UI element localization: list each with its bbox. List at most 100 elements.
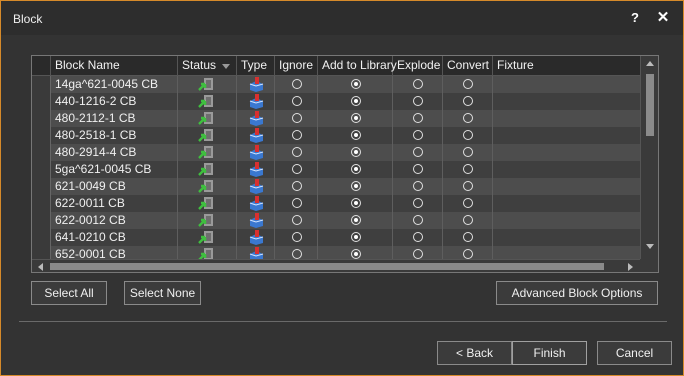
advanced-block-options-button[interactable]: Advanced Block Options <box>496 281 658 305</box>
ignore-radio[interactable] <box>292 215 302 225</box>
convert-radio[interactable] <box>463 147 473 157</box>
add-to-library-radio[interactable] <box>351 215 361 225</box>
row-selector[interactable] <box>32 246 51 259</box>
finish-button[interactable]: Finish <box>512 341 587 365</box>
table-row[interactable]: 5ga^621-0045 CB <box>32 161 640 178</box>
convert-radio[interactable] <box>463 232 473 242</box>
explode-radio[interactable] <box>413 215 423 225</box>
table-row[interactable]: 641-0210 CB <box>32 229 640 246</box>
scroll-left-icon[interactable] <box>38 263 43 271</box>
convert-radio[interactable] <box>463 249 473 259</box>
ignore-radio[interactable] <box>292 249 302 259</box>
row-selector[interactable] <box>32 229 51 246</box>
add-to-library-radio[interactable] <box>351 130 361 140</box>
convert-radio[interactable] <box>463 130 473 140</box>
add-to-library-radio[interactable] <box>351 232 361 242</box>
scroll-right-icon[interactable] <box>628 263 633 271</box>
table-row[interactable]: 622-0012 CB <box>32 212 640 229</box>
table-row[interactable]: 622-0011 CB <box>32 195 640 212</box>
ignore-radio[interactable] <box>292 113 302 123</box>
explode-radio[interactable] <box>413 181 423 191</box>
horizontal-scroll-thumb[interactable] <box>50 263 604 270</box>
help-button[interactable]: ? <box>631 10 639 25</box>
header-status[interactable]: Status <box>178 56 237 75</box>
row-selector[interactable] <box>32 127 51 144</box>
add-to-library-radio[interactable] <box>351 96 361 106</box>
vertical-scroll-thumb[interactable] <box>646 74 654 136</box>
fixture-cell[interactable] <box>493 212 640 229</box>
header-block-name[interactable]: Block Name <box>51 56 178 75</box>
fixture-cell[interactable] <box>493 110 640 127</box>
select-none-button[interactable]: Select None <box>124 281 201 305</box>
table-row[interactable]: 621-0049 CB <box>32 178 640 195</box>
add-to-library-radio[interactable] <box>351 181 361 191</box>
header-fixture[interactable]: Fixture <box>493 56 640 75</box>
row-selector[interactable] <box>32 144 51 161</box>
explode-radio[interactable] <box>413 113 423 123</box>
convert-radio[interactable] <box>463 181 473 191</box>
table-row[interactable]: 440-1216-2 CB <box>32 93 640 110</box>
header-ignore[interactable]: Ignore <box>275 56 318 75</box>
add-to-library-radio[interactable] <box>351 249 361 259</box>
row-selector[interactable] <box>32 212 51 229</box>
fixture-cell[interactable] <box>493 195 640 212</box>
row-selector[interactable] <box>32 178 51 195</box>
ignore-radio[interactable] <box>292 96 302 106</box>
table-row[interactable]: 480-2112-1 CB <box>32 110 640 127</box>
explode-radio[interactable] <box>413 164 423 174</box>
convert-radio[interactable] <box>463 198 473 208</box>
row-selector[interactable] <box>32 110 51 127</box>
scroll-up-icon[interactable] <box>646 61 654 66</box>
table-row[interactable]: 480-2518-1 CB <box>32 127 640 144</box>
ignore-radio[interactable] <box>292 79 302 89</box>
convert-radio[interactable] <box>463 79 473 89</box>
fixture-cell[interactable] <box>493 93 640 110</box>
explode-radio[interactable] <box>413 130 423 140</box>
explode-radio[interactable] <box>413 147 423 157</box>
row-selector[interactable] <box>32 161 51 178</box>
row-selector[interactable] <box>32 93 51 110</box>
close-icon[interactable]: ✕ <box>655 8 671 26</box>
explode-radio[interactable] <box>413 198 423 208</box>
header-convert[interactable]: Convert <box>443 56 493 75</box>
explode-radio[interactable] <box>413 96 423 106</box>
ignore-radio[interactable] <box>292 164 302 174</box>
ignore-radio[interactable] <box>292 198 302 208</box>
header-explode[interactable]: Explode <box>393 56 443 75</box>
horizontal-scrollbar[interactable] <box>32 259 640 272</box>
add-to-library-radio[interactable] <box>351 79 361 89</box>
table-row[interactable]: 652-0001 CB <box>32 246 640 259</box>
explode-radio[interactable] <box>413 249 423 259</box>
fixture-cell[interactable] <box>493 246 640 259</box>
back-button[interactable]: < Back <box>437 341 512 365</box>
vertical-scrollbar[interactable] <box>640 56 658 259</box>
fixture-cell[interactable] <box>493 76 640 93</box>
header-add-to-library[interactable]: Add to Library <box>318 56 397 75</box>
ignore-radio[interactable] <box>292 232 302 242</box>
add-to-library-radio[interactable] <box>351 164 361 174</box>
convert-radio[interactable] <box>463 164 473 174</box>
fixture-cell[interactable] <box>493 127 640 144</box>
fixture-cell[interactable] <box>493 161 640 178</box>
add-to-library-radio[interactable] <box>351 147 361 157</box>
explode-radio[interactable] <box>413 232 423 242</box>
add-to-library-radio[interactable] <box>351 198 361 208</box>
header-type[interactable]: Type <box>237 56 275 75</box>
convert-radio[interactable] <box>463 215 473 225</box>
table-row[interactable]: 14ga^621-0045 CB <box>32 76 640 93</box>
select-all-button[interactable]: Select All <box>31 281 107 305</box>
cancel-button[interactable]: Cancel <box>597 341 672 365</box>
ignore-radio[interactable] <box>292 130 302 140</box>
row-selector[interactable] <box>32 195 51 212</box>
row-selector[interactable] <box>32 76 51 93</box>
convert-radio[interactable] <box>463 96 473 106</box>
convert-radio[interactable] <box>463 113 473 123</box>
fixture-cell[interactable] <box>493 144 640 161</box>
scroll-down-icon[interactable] <box>646 244 654 249</box>
add-to-library-radio[interactable] <box>351 113 361 123</box>
ignore-radio[interactable] <box>292 181 302 191</box>
explode-radio[interactable] <box>413 79 423 89</box>
table-row[interactable]: 480-2914-4 CB <box>32 144 640 161</box>
fixture-cell[interactable] <box>493 229 640 246</box>
ignore-radio[interactable] <box>292 147 302 157</box>
